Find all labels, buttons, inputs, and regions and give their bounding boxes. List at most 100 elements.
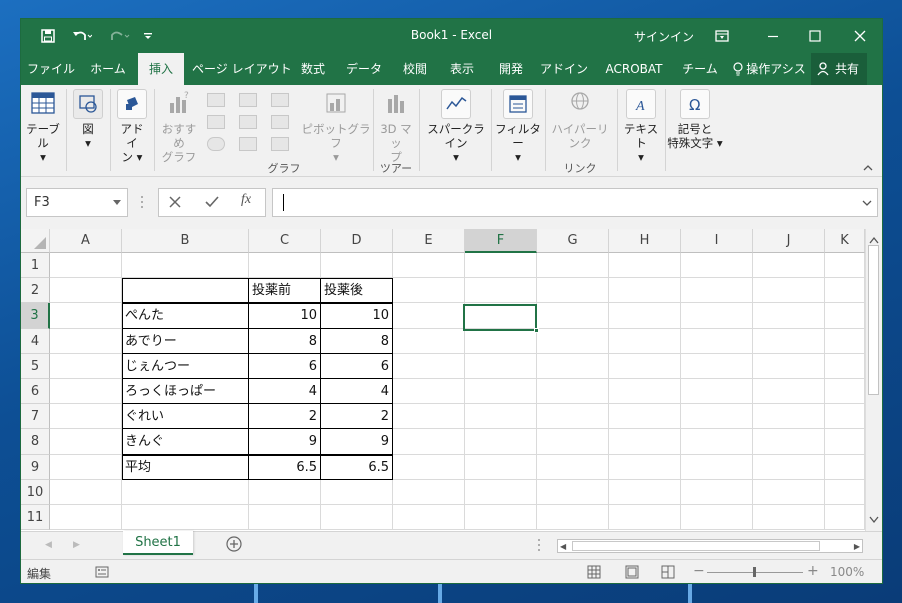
cell-g3[interactable] bbox=[537, 303, 609, 329]
row-header-2[interactable]: 2 bbox=[21, 278, 50, 304]
cell-k8[interactable] bbox=[825, 429, 865, 455]
horizontal-scrollbar[interactable]: ◀ ▶ bbox=[557, 539, 863, 553]
cell-c4[interactable]: 8 bbox=[249, 328, 321, 354]
scroll-left-icon[interactable]: ◀ bbox=[560, 542, 566, 551]
cell-c8[interactable]: 9 bbox=[249, 429, 321, 455]
combo-chart-icon[interactable] bbox=[271, 115, 289, 129]
close-icon[interactable] bbox=[839, 19, 881, 53]
waterfall-chart-icon[interactable] bbox=[271, 93, 289, 107]
cell-h1[interactable] bbox=[609, 253, 681, 279]
cell-f7[interactable] bbox=[465, 404, 537, 430]
column-header-c[interactable]: C bbox=[249, 229, 321, 253]
tab-data[interactable]: データ bbox=[341, 53, 387, 85]
cell-c11[interactable] bbox=[249, 505, 321, 531]
scroll-thumb[interactable] bbox=[868, 245, 879, 395]
addins-button[interactable]: アドイン ▾ bbox=[115, 89, 149, 164]
tab-insert[interactable]: 挿入 bbox=[138, 53, 184, 85]
cell-g10[interactable] bbox=[537, 479, 609, 505]
cell-k3[interactable] bbox=[825, 303, 865, 329]
cell-a1[interactable] bbox=[50, 253, 122, 279]
cell-a7[interactable] bbox=[50, 404, 122, 430]
worksheet-grid[interactable]: ABCDEFGHIJK 1 2 3 4 5 6 7 8 9 10 11 投薬前 投薬後 ぺんた 10 10 あ… bbox=[21, 229, 882, 531]
tab-file[interactable]: ファイル bbox=[27, 53, 75, 85]
cell-j1[interactable] bbox=[753, 253, 825, 279]
signin-link[interactable]: サインイン bbox=[633, 19, 695, 53]
row-header-5[interactable]: 5 bbox=[21, 353, 50, 379]
share-button[interactable]: 共有 bbox=[811, 53, 867, 85]
cell-h7[interactable] bbox=[609, 404, 681, 430]
macro-record-icon[interactable] bbox=[95, 565, 109, 582]
cell-c3[interactable]: 10 bbox=[249, 303, 321, 329]
tab-review[interactable]: 校閲 bbox=[397, 53, 433, 85]
cell-j11[interactable] bbox=[753, 505, 825, 531]
cell-h11[interactable] bbox=[609, 505, 681, 531]
cell-i1[interactable] bbox=[681, 253, 753, 279]
cell-k7[interactable] bbox=[825, 404, 865, 430]
cell-b11[interactable] bbox=[122, 505, 249, 531]
cell-j6[interactable] bbox=[753, 379, 825, 405]
cell-h6[interactable] bbox=[609, 379, 681, 405]
cell-f9[interactable] bbox=[465, 454, 537, 480]
cell-k6[interactable] bbox=[825, 379, 865, 405]
row-header-10[interactable]: 10 bbox=[21, 479, 50, 505]
text-button[interactable]: A テキスト ▾ bbox=[619, 89, 663, 164]
column-header-g[interactable]: G bbox=[537, 229, 609, 253]
cell-i11[interactable] bbox=[681, 505, 753, 531]
sheet-tab-sheet1[interactable]: Sheet1 bbox=[123, 531, 193, 555]
scroll-right-icon[interactable]: ▶ bbox=[854, 542, 860, 551]
cell-d4[interactable]: 8 bbox=[321, 328, 393, 354]
tab-formulas[interactable]: 数式 bbox=[295, 53, 331, 85]
page-break-view-icon[interactable] bbox=[661, 565, 675, 582]
cell-a11[interactable] bbox=[50, 505, 122, 531]
cell-i5[interactable] bbox=[681, 353, 753, 379]
cell-d6[interactable]: 4 bbox=[321, 379, 393, 405]
cell-e9[interactable] bbox=[393, 454, 465, 480]
cell-j10[interactable] bbox=[753, 479, 825, 505]
cell-g4[interactable] bbox=[537, 328, 609, 354]
cell-h8[interactable] bbox=[609, 429, 681, 455]
cell-c10[interactable] bbox=[249, 479, 321, 505]
cell-b1[interactable] bbox=[122, 253, 249, 279]
select-all-button[interactable] bbox=[21, 229, 50, 253]
cell-f10[interactable] bbox=[465, 479, 537, 505]
row-header-9[interactable]: 9 bbox=[21, 454, 50, 480]
row-header-1[interactable]: 1 bbox=[21, 253, 50, 279]
insert-function-icon[interactable]: fx bbox=[241, 192, 251, 208]
cell-h3[interactable] bbox=[609, 303, 681, 329]
cell-k1[interactable] bbox=[825, 253, 865, 279]
minimize-icon[interactable] bbox=[753, 19, 793, 53]
row-header-11[interactable]: 11 bbox=[21, 505, 50, 531]
zoom-in-icon[interactable]: + bbox=[807, 563, 819, 579]
cell-h2[interactable] bbox=[609, 278, 681, 304]
cell-c7[interactable]: 2 bbox=[249, 404, 321, 430]
cell-d1[interactable] bbox=[321, 253, 393, 279]
cell-b7[interactable]: ぐれい bbox=[122, 404, 249, 430]
formula-bar-grip-icon[interactable] bbox=[140, 195, 144, 209]
fill-handle[interactable] bbox=[534, 328, 539, 333]
cell-b8[interactable]: きんぐ bbox=[122, 429, 249, 455]
column-header-b[interactable]: B bbox=[122, 229, 249, 253]
row-header-8[interactable]: 8 bbox=[21, 429, 50, 455]
horizontal-scroll-thumb[interactable] bbox=[572, 541, 820, 551]
cancel-entry-icon[interactable] bbox=[169, 196, 181, 211]
vertical-scrollbar[interactable] bbox=[865, 229, 882, 531]
new-sheet-icon[interactable] bbox=[226, 536, 242, 555]
formula-input[interactable] bbox=[272, 188, 878, 217]
cell-a8[interactable] bbox=[50, 429, 122, 455]
cell-a6[interactable] bbox=[50, 379, 122, 405]
cell-e7[interactable] bbox=[393, 404, 465, 430]
tab-page-layout[interactable]: ページ レイアウト bbox=[192, 53, 292, 85]
cell-e11[interactable] bbox=[393, 505, 465, 531]
cell-a4[interactable] bbox=[50, 328, 122, 354]
cell-k4[interactable] bbox=[825, 328, 865, 354]
cell-e5[interactable] bbox=[393, 353, 465, 379]
cell-d7[interactable]: 2 bbox=[321, 404, 393, 430]
statistic-chart-icon[interactable] bbox=[239, 115, 257, 129]
cell-a3[interactable] bbox=[50, 303, 122, 329]
cell-h10[interactable] bbox=[609, 479, 681, 505]
cell-j9[interactable] bbox=[753, 454, 825, 480]
cell-e4[interactable] bbox=[393, 328, 465, 354]
column-chart-icon[interactable] bbox=[207, 93, 225, 107]
scatter-chart-icon[interactable] bbox=[239, 137, 257, 151]
cell-i4[interactable] bbox=[681, 328, 753, 354]
